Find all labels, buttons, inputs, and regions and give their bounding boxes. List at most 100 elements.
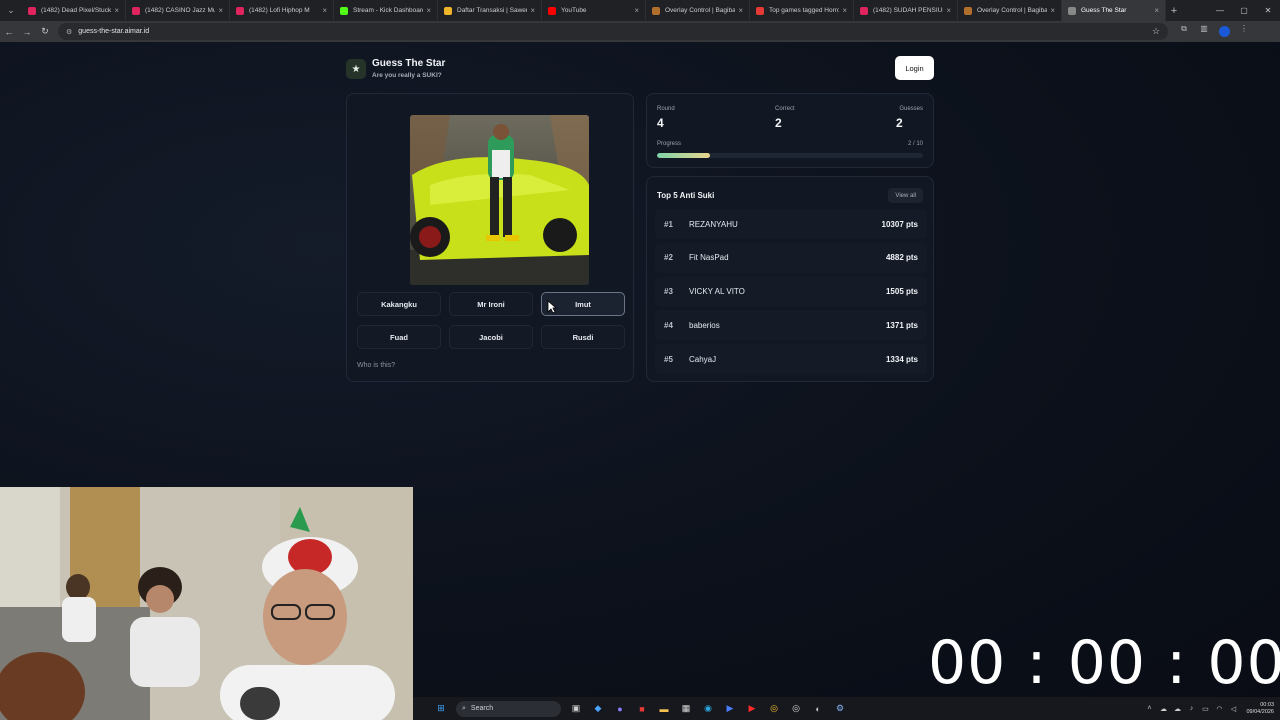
chrome-active-icon[interactable]: ◎	[788, 702, 804, 716]
taskbar-search[interactable]: ⌕ Search	[456, 700, 561, 717]
system-tray: ˄ ☁ ☁ ♪ ▭ ◠ ◁ 00:03 09/04/2026	[1142, 702, 1280, 716]
site-header: ★ Guess The Star Are you really a SUKI? …	[346, 56, 934, 84]
tab-label: Guess The Star	[1081, 7, 1127, 14]
tab-label: (1482) SUDAH PENSIUN	[873, 7, 944, 14]
sidebar-icon[interactable]: ▥	[1194, 24, 1214, 39]
tab-label: YouTube	[561, 7, 587, 14]
stream-timer: 00 : 00 : 00	[928, 628, 1280, 698]
mouse-cursor-icon	[547, 300, 557, 314]
media-player-icon[interactable]: ▶	[722, 702, 738, 716]
window-controls: — ▢ ✕	[1208, 0, 1280, 21]
task-view-icon[interactable]: ▣	[568, 702, 584, 716]
tab-close-icon[interactable]: ×	[946, 6, 951, 15]
url-field[interactable]: ⚙ guess-the-star.aimar.id ☆	[58, 23, 1168, 40]
cloud-icon[interactable]: ☁	[1170, 705, 1184, 713]
leaderboard-name: VICKY AL VITO	[689, 287, 745, 297]
store-icon[interactable]: ▦	[678, 702, 694, 716]
close-window-icon[interactable]: ✕	[1256, 0, 1280, 21]
view-all-button[interactable]: View all	[888, 188, 923, 203]
progress-fill	[657, 153, 711, 158]
maximize-icon[interactable]: ▢	[1232, 0, 1256, 21]
tab-close-icon[interactable]: ×	[114, 6, 119, 15]
file-explorer-icon[interactable]: ▬	[656, 702, 672, 716]
tab-close-icon[interactable]: ×	[634, 6, 639, 15]
extensions-icon[interactable]: ⧉	[1174, 24, 1194, 39]
network-icon[interactable]: ▭	[1198, 705, 1212, 713]
brand-tagline: Are you really a SUKI?	[372, 72, 442, 79]
url-text: guess-the-star.aimar.id	[78, 28, 150, 35]
choice-button[interactable]: Fuad	[357, 325, 441, 349]
clock-date: 09/04/2026	[1246, 708, 1274, 715]
tab-favicon-icon	[756, 6, 764, 15]
tab-search-icon[interactable]: ⌄	[0, 0, 22, 21]
back-icon[interactable]: ←	[0, 21, 18, 42]
progress-label: Progress	[657, 141, 682, 147]
forward-icon[interactable]: →	[18, 21, 36, 42]
browser-tab[interactable]: (1482) Lofi Hiphop M ×	[230, 0, 334, 21]
youtube-icon[interactable]: ▶	[744, 702, 760, 716]
wifi-icon[interactable]: ◠	[1212, 705, 1226, 713]
leaderboard-row: #5 CahyaJ 1334 pts	[655, 344, 927, 375]
browser-tab[interactable]: Daftar Transaksi | Saweria ×	[438, 0, 542, 21]
tab-close-icon[interactable]: ×	[322, 6, 327, 15]
choice-button[interactable]: Kakangku	[357, 292, 441, 316]
chrome-icon[interactable]: ◎	[766, 702, 782, 716]
choice-button[interactable]: Jacobi	[449, 325, 533, 349]
tab-close-icon[interactable]: ×	[842, 6, 847, 15]
choice-button[interactable]: Mr Ironi	[449, 292, 533, 316]
tab-close-icon[interactable]: ×	[530, 6, 535, 15]
minimize-icon[interactable]: —	[1208, 0, 1232, 21]
browser-tab[interactable]: Overlay Control | Bagibag ×	[958, 0, 1062, 21]
tab-close-icon[interactable]: ×	[738, 6, 743, 15]
menu-icon[interactable]: ⋮	[1234, 24, 1254, 39]
taskbar-clock[interactable]: 00:03 09/04/2026	[1240, 702, 1280, 716]
bookmark-star-icon[interactable]: ☆	[1152, 26, 1160, 37]
leaderboard-row: #4 baberios 1371 pts	[655, 310, 927, 341]
tab-close-icon[interactable]: ×	[1050, 6, 1055, 15]
tab-close-icon[interactable]: ×	[426, 6, 431, 15]
edge-icon[interactable]: ◉	[700, 702, 716, 716]
onedrive-icon[interactable]: ☁	[1156, 705, 1170, 713]
browser-tab[interactable]: YouTube ×	[542, 0, 646, 21]
teams-icon[interactable]: ●	[612, 702, 628, 716]
browser-tab[interactable]: Stream - Kick Dashboard ×	[334, 0, 438, 21]
round-value: 4	[657, 116, 664, 130]
browser-tab[interactable]: Guess The Star ×	[1062, 0, 1166, 21]
steam-icon[interactable]: ⚙	[832, 702, 848, 716]
office-icon[interactable]: ■	[634, 702, 650, 716]
tab-close-icon[interactable]: ×	[1154, 6, 1159, 15]
tab-label: (1482) CASINO Jazz Musi	[145, 7, 216, 14]
browser-tab[interactable]: (1482) SUDAH PENSIUN ×	[854, 0, 958, 21]
tab-favicon-icon	[1068, 6, 1076, 15]
windows-start-icon[interactable]: ⊞	[433, 702, 449, 716]
leaderboard-rank: #1	[664, 219, 673, 229]
chevron-up-icon[interactable]: ˄	[1142, 705, 1156, 712]
leaderboard-name: CahyaJ	[689, 354, 717, 364]
star-photo	[410, 115, 589, 285]
profile-icon[interactable]	[1214, 24, 1234, 39]
choice-button[interactable]: Rusdi	[541, 325, 625, 349]
mic-icon[interactable]: ♪	[1184, 705, 1198, 712]
stats-card: Round 4 Correct 2 Guesses 2 Progress 2 /…	[646, 93, 934, 168]
login-button[interactable]: Login	[895, 56, 934, 80]
brand-title: Guess The Star	[372, 58, 446, 69]
tab-close-icon[interactable]: ×	[218, 6, 223, 15]
correct-label: Correct	[775, 106, 795, 112]
browser-tab[interactable]: (1482) Dead Pixel/Stuck P ×	[22, 0, 126, 21]
reload-icon[interactable]: ↻	[36, 21, 54, 42]
new-tab-button[interactable]: +	[1166, 5, 1182, 17]
leaderboard-rank: #3	[664, 287, 673, 297]
os-taskbar: ⊞ ⌕ Search ▣ ◆ ● ■ ▬ ▦ ◉ ▶ ▶ ◎ ◎ ◐ ⚙ ˄ ☁…	[413, 697, 1280, 720]
site-info-icon[interactable]: ⚙	[66, 28, 72, 36]
browser-tab[interactable]: Top games tagged Horro ×	[750, 0, 854, 21]
leaderboard-points: 1505 pts	[885, 287, 918, 297]
copilot-icon[interactable]: ◆	[590, 702, 606, 716]
obs-icon[interactable]: ◐	[810, 702, 826, 716]
volume-icon[interactable]: ◁	[1226, 705, 1240, 713]
leaderboard-rank: #2	[664, 253, 673, 263]
taskbar-search-label: Search	[470, 705, 494, 712]
browser-tab[interactable]: Overlay Control | Bagibag ×	[646, 0, 750, 21]
browser-tab[interactable]: (1482) CASINO Jazz Musi ×	[126, 0, 230, 21]
leaderboard-row: #3 VICKY AL VITO 1505 pts	[655, 276, 927, 307]
tab-favicon-icon	[340, 6, 348, 15]
